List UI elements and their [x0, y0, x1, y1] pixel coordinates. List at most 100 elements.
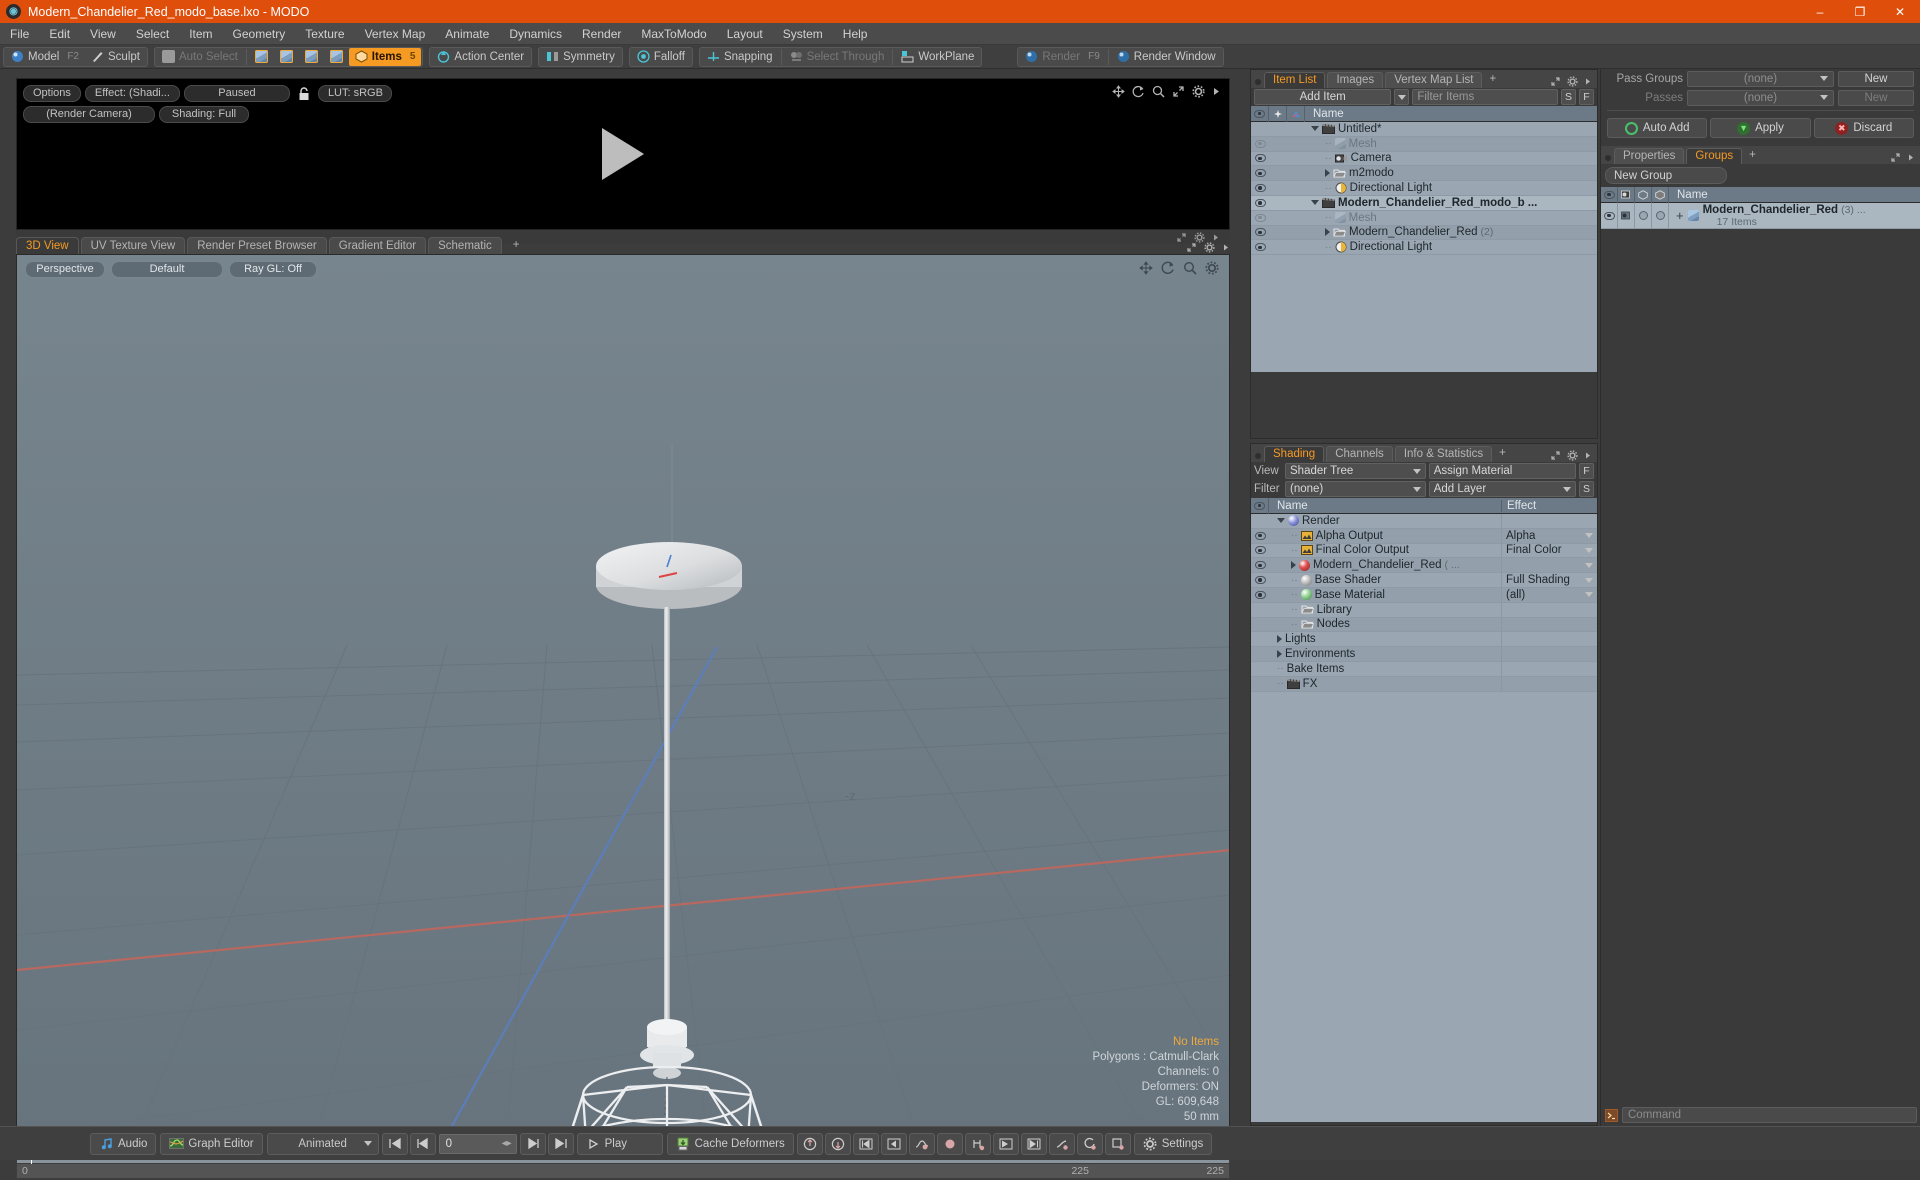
gear-icon[interactable]	[1205, 261, 1219, 275]
chevron-right-icon[interactable]	[1277, 635, 1282, 644]
arrow-right-icon[interactable]	[1584, 76, 1592, 87]
shader-tree-row[interactable]: ·· Alpha Output Alpha	[1251, 528, 1597, 544]
shader-tree-row[interactable]: Lights	[1251, 631, 1597, 648]
shader-tree-row[interactable]: ·· Base Shader Full Shading	[1251, 572, 1597, 588]
row-visibility-toggle[interactable]	[1251, 184, 1269, 193]
shader-tree-select[interactable]: Shader Tree	[1285, 463, 1426, 479]
arrow-right-icon[interactable]	[1584, 450, 1592, 461]
shader-tree-row[interactable]: ·· Library	[1251, 602, 1597, 618]
effect-cell[interactable]	[1501, 661, 1597, 677]
go-to-start-button[interactable]	[381, 1132, 408, 1155]
key-prev-button[interactable]	[852, 1132, 879, 1155]
options-button[interactable]: Options	[23, 85, 81, 102]
column-eye[interactable]	[1251, 105, 1269, 122]
settings-button[interactable]: Settings	[1133, 1132, 1213, 1155]
range-in-button[interactable]	[992, 1132, 1019, 1155]
move-icon[interactable]	[1112, 85, 1125, 98]
render-camera-button[interactable]: (Render Camera)	[23, 106, 155, 123]
chevron-right-icon[interactable]	[1325, 169, 1330, 178]
passes-new-button[interactable]: New	[1838, 89, 1914, 106]
effect-cell[interactable]	[1501, 602, 1597, 618]
audio-button[interactable]: Audio	[90, 1132, 157, 1155]
filter-items-input[interactable]: Filter Items	[1412, 89, 1558, 105]
vertices-mode-button[interactable]	[249, 48, 274, 66]
eye-icon[interactable]	[1254, 184, 1266, 193]
gear-icon[interactable]	[1567, 76, 1578, 87]
3d-viewport[interactable]: -z -x	[16, 254, 1230, 1134]
effect-cell[interactable]: (all)	[1501, 587, 1597, 603]
new-group-button[interactable]: New Group	[1605, 167, 1727, 184]
fit-icon[interactable]	[1186, 242, 1197, 253]
gear-icon[interactable]	[1192, 85, 1205, 98]
key-up-button[interactable]	[796, 1132, 823, 1155]
tab-add[interactable]: +	[1484, 72, 1501, 88]
shader-tree-row[interactable]: ·· Base Material (all)	[1251, 587, 1597, 603]
command-icon[interactable]	[1605, 1108, 1618, 1122]
effect-button[interactable]: Effect: (Shadi...	[84, 85, 180, 102]
group-wireframe-cell[interactable]	[1635, 202, 1652, 229]
viewport-tab-3d-view[interactable]: 3D View	[16, 237, 79, 254]
expand-icon[interactable]: +	[1676, 208, 1684, 223]
row-visibility-toggle[interactable]	[1251, 154, 1269, 163]
anim-a-button[interactable]	[1048, 1132, 1075, 1155]
eye-icon[interactable]	[1254, 213, 1266, 222]
play-button[interactable]: Play	[576, 1132, 663, 1155]
shading-button[interactable]: Shading: Full	[159, 106, 249, 123]
lut-button[interactable]: LUT: sRGB	[317, 85, 392, 102]
gear-icon[interactable]	[1204, 242, 1215, 253]
edges-mode-button[interactable]	[274, 48, 299, 66]
row-visibility-toggle[interactable]	[1251, 576, 1269, 585]
eye-icon[interactable]	[1254, 243, 1266, 252]
pass-groups-new-button[interactable]: New	[1838, 70, 1914, 87]
column-eye[interactable]	[1251, 497, 1269, 514]
tab-properties[interactable]: Properties	[1614, 148, 1685, 164]
shading-f-button[interactable]: F	[1579, 463, 1594, 479]
eye-icon[interactable]	[1254, 169, 1266, 178]
effect-cell[interactable]	[1501, 513, 1597, 529]
effect-cell[interactable]	[1501, 646, 1597, 662]
menu-item-view[interactable]: View	[80, 23, 126, 45]
chevron-down-icon[interactable]	[1585, 577, 1593, 583]
eye-icon[interactable]	[1254, 561, 1266, 570]
shader-tree-row[interactable]: Environments	[1251, 646, 1597, 662]
viewport-tab-uv-texture-view[interactable]: UV Texture View	[80, 237, 186, 254]
row-visibility-toggle[interactable]	[1251, 198, 1269, 207]
items-mode-button[interactable]: Items 5	[348, 47, 422, 66]
raygl-button[interactable]: Ray GL: Off	[229, 261, 317, 278]
menu-item-help[interactable]: Help	[833, 23, 878, 45]
arrow-right-icon[interactable]	[1212, 85, 1221, 98]
groups-list-body[interactable]: + Modern_Chandelier_Red (3) ... 17 Items	[1601, 202, 1920, 229]
timeline-range-bar[interactable]: 0 225 225	[16, 1164, 1230, 1179]
add-layer-select[interactable]: Add Layer	[1428, 481, 1576, 497]
graph-editor-button[interactable]: Graph Editor	[160, 1132, 263, 1155]
menu-item-animate[interactable]: Animate	[435, 23, 499, 45]
row-visibility-toggle[interactable]	[1251, 228, 1269, 237]
close-button[interactable]: ✕	[1880, 0, 1920, 23]
rotate-icon[interactable]	[1132, 85, 1145, 98]
animation-mode-select[interactable]: Animated	[266, 1132, 379, 1155]
menu-item-select[interactable]: Select	[126, 23, 179, 45]
row-visibility-toggle[interactable]	[1251, 139, 1269, 148]
curve-key-button[interactable]	[908, 1132, 935, 1155]
eye-icon[interactable]	[1254, 576, 1266, 585]
item-list-row[interactable]: ·· Camera	[1251, 152, 1597, 167]
workplane-button[interactable]: WorkPlane	[895, 48, 980, 66]
row-visibility-toggle[interactable]	[1251, 546, 1269, 555]
chevron-down-icon[interactable]	[1311, 126, 1319, 132]
eye-icon[interactable]	[1254, 198, 1266, 207]
menu-item-vertex-map[interactable]: Vertex Map	[355, 23, 436, 45]
chevron-down-icon[interactable]	[1585, 592, 1593, 598]
shader-tree-row[interactable]: Render	[1251, 513, 1597, 529]
paused-button[interactable]: Paused	[183, 85, 290, 102]
row-visibility-toggle[interactable]	[1251, 561, 1269, 570]
action-center-button[interactable]: Action Center	[431, 48, 530, 66]
panel-handle-icon[interactable]	[1255, 453, 1261, 459]
chevron-right-icon[interactable]	[1277, 650, 1282, 659]
viewport-tab-add[interactable]: +	[504, 237, 529, 254]
tab-info-statistics[interactable]: Info & Statistics	[1394, 446, 1493, 462]
checkbox-wireframe[interactable]	[1638, 211, 1648, 220]
tab-shading[interactable]: Shading	[1264, 446, 1325, 462]
effect-cell[interactable]	[1501, 676, 1597, 692]
chevron-down-icon[interactable]	[1311, 200, 1319, 206]
fit-icon[interactable]	[1890, 152, 1901, 163]
